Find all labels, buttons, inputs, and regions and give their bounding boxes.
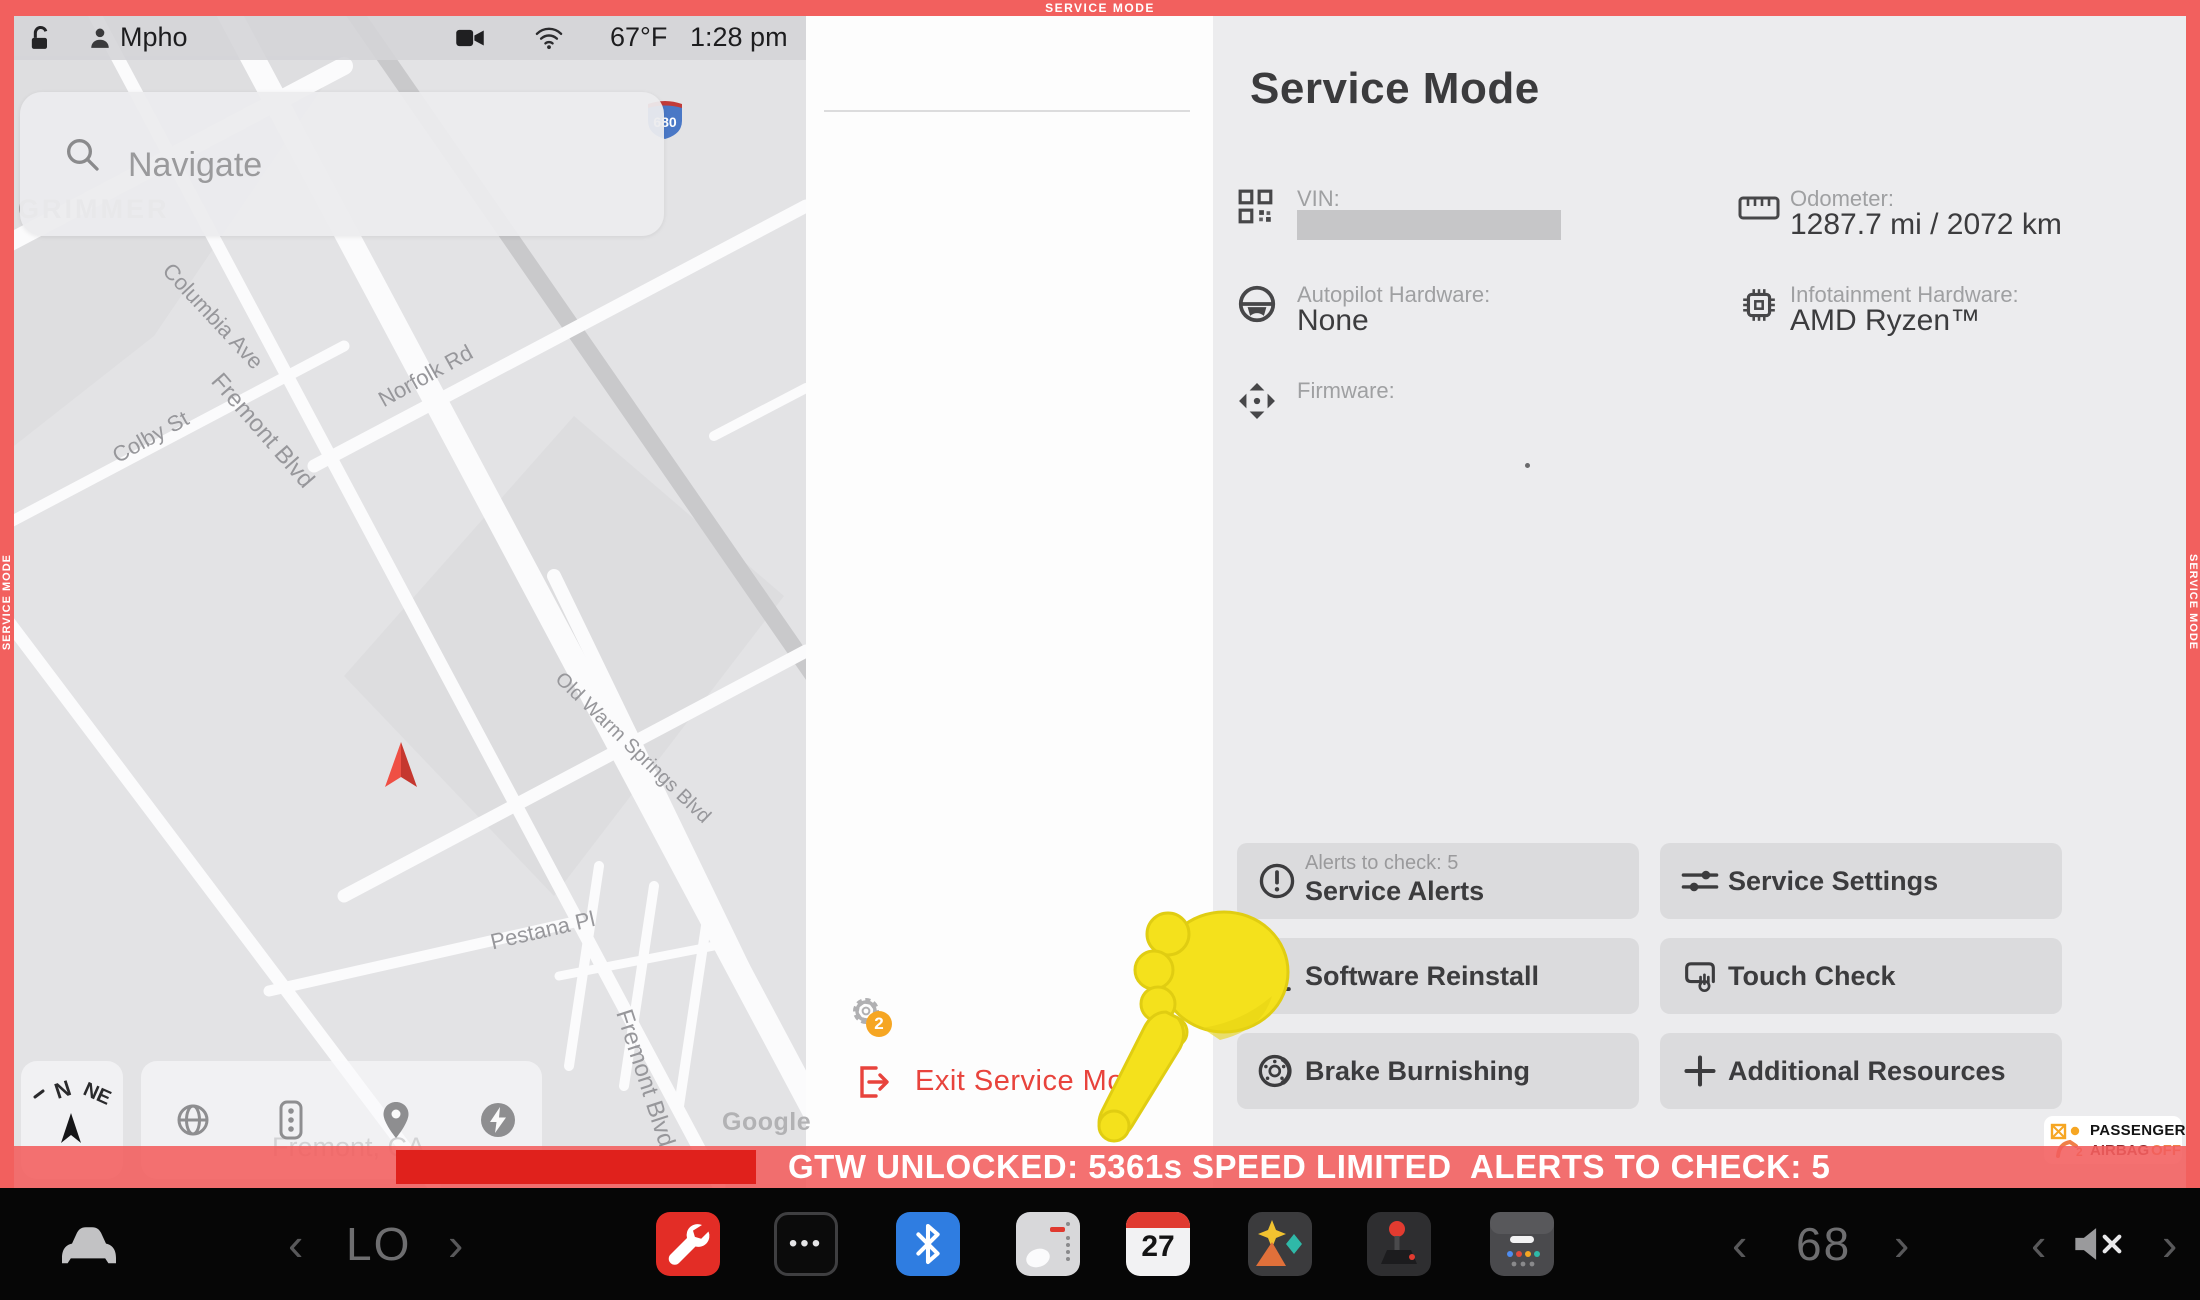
vehicle-location-arrow	[381, 740, 421, 797]
speed-limited-status: SPEED LIMITED	[1192, 1146, 1452, 1188]
driver-profile-name[interactable]: Mpho	[120, 22, 188, 53]
alert-circle-icon	[1255, 859, 1299, 903]
vin-value-redacted	[1297, 210, 1561, 240]
infotainment-hardware-value: AMD Ryzen™	[1790, 304, 1980, 338]
touch-screen-icon	[1678, 954, 1722, 998]
service-mode-banner-top: SERVICE MODE	[0, 0, 2200, 16]
exit-service-mode-label: Exit Service Mode	[915, 1065, 1157, 1098]
globe-icon[interactable]	[175, 1102, 211, 1138]
wifi-icon[interactable]	[533, 23, 565, 56]
driver-temp-display[interactable]: LO	[346, 1216, 411, 1272]
airbag-line1: PASSENGER	[2090, 1122, 2186, 1139]
traffic-light-icon[interactable]	[277, 1100, 305, 1140]
odometer-value: 1287.7 mi / 2072 km	[1790, 208, 2062, 242]
service-mode-banner-right: SERVICE MODE	[2186, 16, 2200, 1188]
service-settings-button[interactable]: Service Settings	[1660, 843, 2062, 919]
firmware-icon	[1238, 382, 1276, 420]
driver-profile-icon[interactable]	[86, 24, 114, 57]
autopilot-hardware-value: None	[1297, 304, 1369, 338]
plus-icon	[1678, 1049, 1722, 1093]
outside-temperature: 67°F	[610, 22, 667, 53]
exit-icon	[852, 1062, 894, 1102]
taskbar	[0, 1188, 2200, 1300]
touch-check-button[interactable]: Touch Check	[1660, 938, 2062, 1014]
touch-check-label: Touch Check	[1728, 961, 1896, 992]
service-app-icon[interactable]	[656, 1212, 720, 1276]
gtw-progress-bar	[396, 1150, 756, 1184]
calendar-day: 27	[1126, 1230, 1190, 1264]
keyboard-app-icon[interactable]	[1490, 1212, 1554, 1276]
brake-burnishing-button[interactable]: Brake Burnishing	[1237, 1033, 1639, 1109]
search-icon	[62, 134, 102, 174]
sliders-icon	[1678, 859, 1722, 903]
passenger-temp-down-chevron-icon[interactable]: ‹	[1732, 1218, 1747, 1270]
service-mode-banner-text-right: SERVICE MODE	[2187, 554, 2199, 650]
volume-muted-icon[interactable]	[2072, 1222, 2130, 1271]
additional-resources-label: Additional Resources	[1728, 1056, 2006, 1087]
service-alerts-label: Service Alerts	[1305, 876, 1484, 907]
passenger-temp-display[interactable]: 68	[1796, 1216, 1851, 1272]
calendar-app-icon[interactable]: 27	[1126, 1212, 1190, 1276]
gtw-unlocked-status: GTW UNLOCKED: 5361s	[788, 1146, 1183, 1188]
ruler-icon	[1738, 194, 1780, 222]
exit-service-mode-button[interactable]: Exit Service Mode	[806, 1054, 1213, 1110]
service-mode-banner-text: SERVICE MODE	[1045, 1, 1155, 15]
software-reinstall-label: Software Reinstall	[1305, 961, 1539, 992]
chip-icon	[1740, 286, 1778, 324]
download-icon	[1255, 954, 1299, 998]
page-title: Service Mode	[1250, 64, 1540, 114]
more-apps-icon[interactable]: •••	[774, 1212, 838, 1276]
dashcam-icon[interactable]	[455, 25, 485, 56]
brake-burnishing-label: Brake Burnishing	[1305, 1056, 1530, 1087]
stray-dot	[1525, 463, 1530, 468]
software-reinstall-button[interactable]: Software Reinstall	[1237, 938, 1639, 1014]
qr-code-icon	[1237, 188, 1275, 226]
tesla-touchscreen: GRIMMER Columbia Ave Fremont Blvd Norfol…	[0, 0, 2200, 1300]
more-dots: •••	[789, 1230, 823, 1258]
arcade-app-icon[interactable]	[1367, 1212, 1431, 1276]
map-attribution: Google	[722, 1108, 811, 1137]
service-alerts-sublabel: Alerts to check: 5	[1305, 852, 1458, 875]
passenger-temp-up-chevron-icon[interactable]: ›	[1894, 1218, 1909, 1270]
alerts-to-check-status: ALERTS TO CHECK: 5	[1470, 1146, 1830, 1188]
brake-disc-icon	[1255, 1049, 1299, 1093]
vehicle-controls-icon[interactable]	[55, 1214, 123, 1274]
firmware-label: Firmware:	[1297, 378, 1395, 404]
theater-app-icon[interactable]	[1248, 1212, 1312, 1276]
service-mode-banner-left: SERVICE MODE	[0, 16, 14, 1188]
volume-down-chevron-icon[interactable]: ‹	[2031, 1218, 2046, 1270]
sidebar-divider	[824, 110, 1190, 112]
service-settings-label: Service Settings	[1728, 866, 1938, 897]
clock: 1:28 pm	[690, 22, 788, 53]
driver-temp-up-chevron-icon[interactable]: ›	[448, 1218, 463, 1270]
unlocked-icon[interactable]	[26, 25, 54, 58]
volume-up-chevron-icon[interactable]: ›	[2162, 1218, 2177, 1270]
location-pin-icon[interactable]	[381, 1100, 411, 1140]
notification-badge: 2	[866, 1011, 892, 1037]
radio-app-icon[interactable]	[1016, 1212, 1080, 1276]
navigate-search-box[interactable]	[20, 92, 664, 236]
vin-label: VIN:	[1297, 186, 1340, 212]
notification-count: 2	[874, 1014, 883, 1034]
service-alerts-button[interactable]: Alerts to check: 5 Service Alerts	[1237, 843, 1639, 919]
bluetooth-app-icon[interactable]	[896, 1212, 960, 1276]
search-input[interactable]	[126, 136, 610, 194]
service-mode-banner-text-left: SERVICE MODE	[1, 554, 13, 650]
service-alert-bar: GTW UNLOCKED: 5361s SPEED LIMITED ALERTS…	[0, 1146, 2200, 1188]
additional-resources-button[interactable]: Additional Resources	[1660, 1033, 2062, 1109]
driver-temp-down-chevron-icon[interactable]: ‹	[288, 1218, 303, 1270]
charging-icon[interactable]	[479, 1101, 517, 1139]
autopilot-steering-icon	[1237, 284, 1277, 324]
